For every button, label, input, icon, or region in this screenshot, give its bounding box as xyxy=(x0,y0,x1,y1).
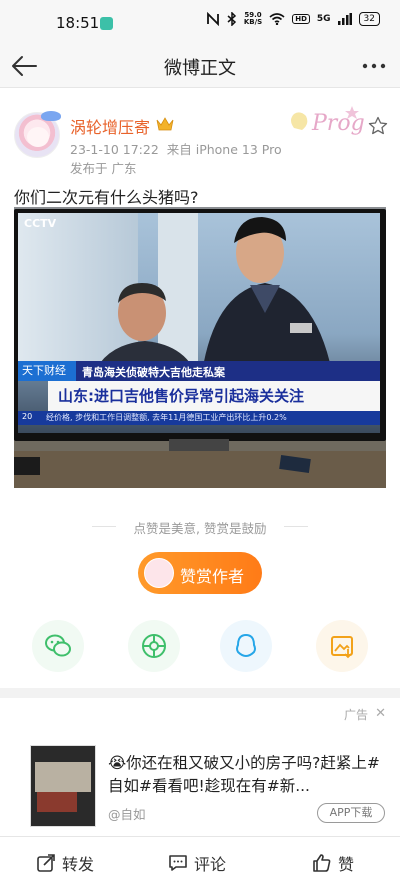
section-gap xyxy=(0,688,400,698)
post-time: 23-1-10 17:22 xyxy=(70,142,159,157)
repost-button[interactable]: 转发 xyxy=(36,851,94,875)
post-text: 你们二次元有什么头猪吗? xyxy=(14,188,199,207)
save-image-share-button[interactable] xyxy=(316,620,368,672)
news-headline-main: 山东:进口吉他售价异常引起海关关注 xyxy=(58,387,305,405)
ad-thumbnail[interactable] xyxy=(30,745,96,827)
comment-icon xyxy=(169,855,187,871)
post-meta: 23-1-10 17:22 来自 iPhone 13 Pro xyxy=(70,139,282,158)
status-bar: 18:51 59.0 KB/S HD 5G 32 xyxy=(0,0,400,44)
wifi-icon xyxy=(269,13,285,25)
moments-icon xyxy=(142,634,166,658)
favorite-star-icon[interactable] xyxy=(368,116,388,136)
ad-text[interactable]: 😭你还在租又破又小的房子吗?赶紧上#自如#看看吧!趁现在有#新... xyxy=(108,752,384,798)
signal-icon xyxy=(337,13,352,25)
user-avatar[interactable] xyxy=(14,111,61,158)
post-source: 来自 iPhone 13 Pro xyxy=(166,142,282,157)
ad-source[interactable]: @自如 xyxy=(108,804,146,823)
reward-author-button[interactable]: 赞赏作者 xyxy=(138,552,262,594)
ad-label: 广告 xyxy=(343,708,368,722)
repost-icon xyxy=(37,854,55,872)
reward-avatar xyxy=(144,558,174,588)
title-bar: 微博正文 xyxy=(0,44,400,88)
ad-room-wall xyxy=(35,762,91,792)
repost-label: 转发 xyxy=(62,855,95,874)
post-image[interactable]: CCTV 天下财经 青岛海关侦破特大吉他走私案 山东:进口吉他售价异常引起海关关… xyxy=(14,207,386,488)
svg-text:Prog: Prog xyxy=(311,111,365,136)
avatar-face xyxy=(27,127,49,147)
hd-badge: HD xyxy=(292,14,310,24)
reward-hint: 点赞是美意, 赞赏是鼓励 xyxy=(133,521,267,536)
qq-icon xyxy=(236,633,256,658)
desk-surface xyxy=(14,451,386,488)
news-ticker: 经价格, 步伐和工作日调整额, 去年11月德国工业产出环比上升0.2% xyxy=(46,413,287,422)
reward-button-label: 赞赏作者 xyxy=(180,567,245,586)
app-download-button[interactable]: APP下载 xyxy=(317,803,385,823)
username[interactable]: 涡轮增压寄 xyxy=(70,114,150,138)
bottom-action-bar: 转发 评论 赞 xyxy=(0,836,400,888)
wechat-icon xyxy=(45,634,71,657)
network-speed-unit: KB/S xyxy=(243,18,263,26)
set-top-box xyxy=(14,457,40,475)
ad-close-icon[interactable]: ✕ xyxy=(375,706,386,721)
ticker-number: 20 xyxy=(22,412,33,421)
status-time: 18:51 xyxy=(56,14,100,32)
more-options-icon[interactable] xyxy=(360,52,388,80)
post-location: 发布于 广东 xyxy=(70,161,137,176)
news-tag: 天下财经 xyxy=(18,361,76,381)
page-title: 微博正文 xyxy=(164,58,236,79)
status-icons: 59.0 KB/S HD 5G 32 xyxy=(206,12,380,26)
like-label: 赞 xyxy=(338,855,355,874)
divider-right xyxy=(284,526,308,527)
moments-share-button[interactable] xyxy=(128,620,180,672)
qq-share-button[interactable] xyxy=(220,620,272,672)
tv-screen: CCTV 天下财经 青岛海关侦破特大吉他走私案 山东:进口吉他售价异常引起海关关… xyxy=(18,213,380,433)
bluetooth-icon xyxy=(227,12,236,26)
comment-button[interactable]: 评论 xyxy=(168,851,226,875)
save-image-icon xyxy=(331,636,353,659)
news-headline-small: 青岛海关侦破特大吉他走私案 xyxy=(82,366,225,379)
avatar-bow xyxy=(41,111,61,121)
channel-logo: CCTV xyxy=(24,217,57,230)
tv-frame: CCTV 天下财经 青岛海关侦破特大吉他走私案 山东:进口吉他售价异常引起海关关… xyxy=(14,209,386,441)
signal-label: 5G xyxy=(316,14,331,24)
wechat-share-button[interactable] xyxy=(32,620,84,672)
ad-room-furniture xyxy=(37,792,77,812)
comment-label: 评论 xyxy=(194,855,227,874)
app-notification-icon xyxy=(100,17,113,30)
battery-indicator: 32 xyxy=(358,12,380,26)
crown-badge-icon xyxy=(156,117,174,131)
decorative-sticker-icon: Prog xyxy=(291,106,365,136)
nfc-icon xyxy=(206,12,219,26)
like-button[interactable]: 赞 xyxy=(312,851,354,875)
thumbs-up-icon xyxy=(313,854,331,872)
network-speed: 59.0 KB/S xyxy=(244,12,262,26)
